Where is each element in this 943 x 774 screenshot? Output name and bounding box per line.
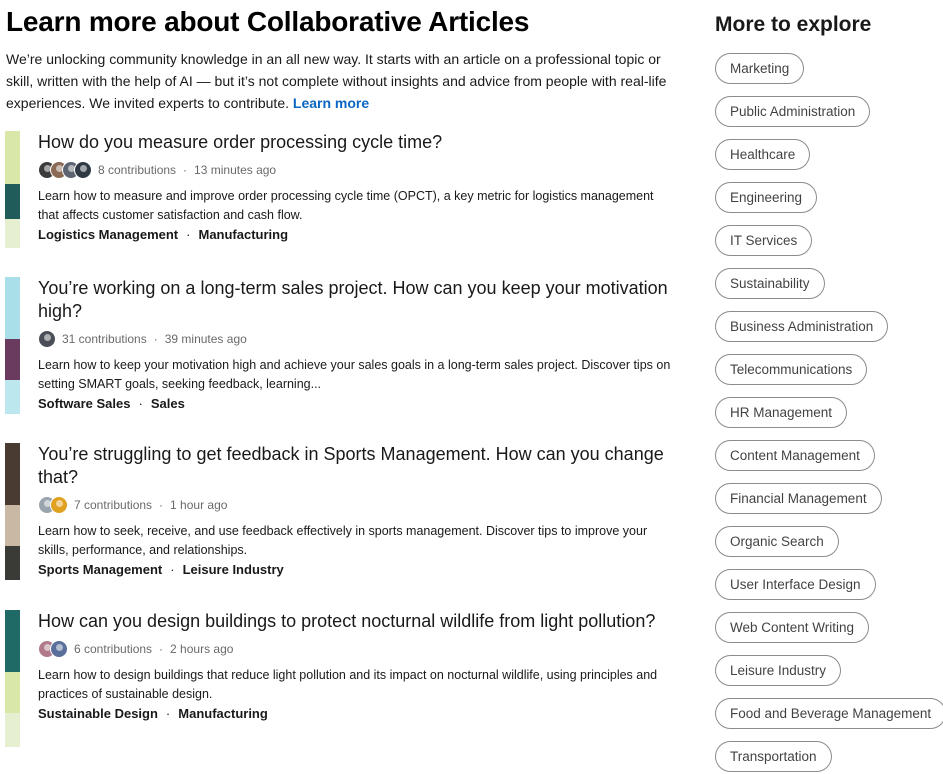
- article-title[interactable]: You’re struggling to get feedback in Spo…: [38, 443, 675, 489]
- thumbnail-band: [5, 610, 20, 672]
- learn-more-link[interactable]: Learn more: [293, 95, 369, 111]
- thumbnail-band: [5, 672, 20, 714]
- separator-dot: ·: [159, 498, 164, 512]
- thumbnail-band: [5, 184, 20, 220]
- topic-tag[interactable]: Sustainable Design: [38, 704, 158, 723]
- thumbnail-band: [5, 339, 20, 381]
- article-tags: Logistics Management · Manufacturing: [38, 225, 675, 244]
- intro-text: We’re unlocking community knowledge in a…: [6, 48, 674, 114]
- article-thumbnail[interactable]: [5, 610, 20, 747]
- thumbnail-band: [5, 505, 20, 547]
- article-meta: 31 contributions · 39 minutes ago: [38, 328, 675, 350]
- article-description: Learn how to seek, receive, and use feed…: [38, 524, 648, 557]
- article-body: You’re working on a long-term sales proj…: [38, 277, 675, 413]
- timestamp: 1 hour ago: [170, 498, 228, 512]
- topic-pill[interactable]: Content Management: [715, 440, 875, 471]
- separator-dot: ·: [183, 163, 188, 177]
- contribution-count: 6 contributions: [74, 642, 153, 656]
- thumbnail-band: [5, 713, 20, 747]
- contributor-avatars[interactable]: [38, 330, 56, 348]
- timestamp: 2 hours ago: [170, 642, 234, 656]
- topic-tag[interactable]: Manufacturing: [178, 704, 268, 723]
- article-meta: 8 contributions · 13 minutes ago: [38, 159, 675, 181]
- avatar: [50, 640, 68, 658]
- article-tags: Sports Management · Leisure Industry: [38, 560, 675, 579]
- topic-pill[interactable]: HR Management: [715, 397, 848, 428]
- topic-tag[interactable]: Software Sales: [38, 394, 131, 413]
- article-thumbnail[interactable]: [5, 443, 20, 580]
- topic-pill[interactable]: Sustainability: [715, 268, 825, 299]
- timestamp: 13 minutes ago: [194, 163, 277, 177]
- article-meta: 6 contributions · 2 hours ago: [38, 638, 675, 660]
- topic-tag[interactable]: Leisure Industry: [183, 560, 284, 579]
- topic-tag[interactable]: Manufacturing: [198, 225, 288, 244]
- topic-pill[interactable]: Leisure Industry: [715, 655, 842, 686]
- contributor-avatars[interactable]: [38, 161, 92, 179]
- topic-pill[interactable]: Public Administration: [715, 96, 871, 127]
- avatar: [38, 330, 56, 348]
- thumbnail-band: [5, 443, 20, 505]
- contribution-count: 7 contributions: [74, 498, 153, 512]
- avatar: [50, 496, 68, 514]
- topic-tag[interactable]: Sports Management: [38, 560, 162, 579]
- article-meta: 7 contributions · 1 hour ago: [38, 494, 675, 516]
- tag-separator: ·: [170, 562, 175, 577]
- topic-tag[interactable]: Logistics Management: [38, 225, 178, 244]
- sidebar-title: More to explore: [715, 13, 872, 36]
- article-title[interactable]: You’re working on a long-term sales proj…: [38, 277, 675, 323]
- article-description: Learn how to keep your motivation high a…: [38, 358, 671, 391]
- article-body: How can you design buildings to protect …: [38, 610, 675, 723]
- topic-pill[interactable]: Engineering: [715, 182, 818, 213]
- contribution-count: 8 contributions: [98, 163, 177, 177]
- topic-pill[interactable]: Business Administration: [715, 311, 889, 342]
- contributor-avatars[interactable]: [38, 496, 68, 514]
- article-title[interactable]: How can you design buildings to protect …: [38, 610, 675, 633]
- tag-separator: ·: [138, 396, 143, 411]
- separator-dot: ·: [153, 332, 158, 346]
- topic-pill[interactable]: Financial Management: [715, 483, 882, 514]
- page-title: Learn more about Collaborative Articles: [6, 6, 530, 37]
- article-body: How do you measure order processing cycl…: [38, 131, 675, 244]
- topic-tag[interactable]: Sales: [151, 394, 185, 413]
- topic-pill[interactable]: User Interface Design: [715, 569, 876, 600]
- article-tags: Software Sales · Sales: [38, 394, 675, 413]
- thumbnail-band: [5, 380, 20, 414]
- article-title[interactable]: How do you measure order processing cycl…: [38, 131, 675, 154]
- thumbnail-band: [5, 131, 20, 184]
- article-tags: Sustainable Design · Manufacturing: [38, 704, 675, 723]
- avatar: [74, 161, 92, 179]
- topic-pill[interactable]: Transportation: [715, 741, 832, 772]
- thumbnail-band: [5, 546, 20, 580]
- topic-pill[interactable]: Web Content Writing: [715, 612, 870, 643]
- timestamp: 39 minutes ago: [164, 332, 247, 346]
- tag-separator: ·: [186, 227, 191, 242]
- article-description: Learn how to measure and improve order p…: [38, 189, 654, 222]
- topic-pill[interactable]: Organic Search: [715, 526, 839, 557]
- topic-pill[interactable]: Healthcare: [715, 139, 811, 170]
- topic-pill[interactable]: Telecommunications: [715, 354, 868, 385]
- topic-pill[interactable]: IT Services: [715, 225, 813, 256]
- thumbnail-band: [5, 277, 20, 339]
- topic-pill[interactable]: Marketing: [715, 53, 805, 84]
- thumbnail-band: [5, 219, 20, 248]
- article-body: You’re struggling to get feedback in Spo…: [38, 443, 675, 579]
- article-description: Learn how to design buildings that reduc…: [38, 668, 658, 701]
- separator-dot: ·: [159, 642, 164, 656]
- article-thumbnail[interactable]: [5, 131, 20, 248]
- contributor-avatars[interactable]: [38, 640, 68, 658]
- tag-separator: ·: [165, 706, 171, 721]
- topic-pill[interactable]: Food and Beverage Management: [715, 698, 943, 729]
- article-thumbnail[interactable]: [5, 277, 20, 414]
- contribution-count: 31 contributions: [62, 332, 147, 346]
